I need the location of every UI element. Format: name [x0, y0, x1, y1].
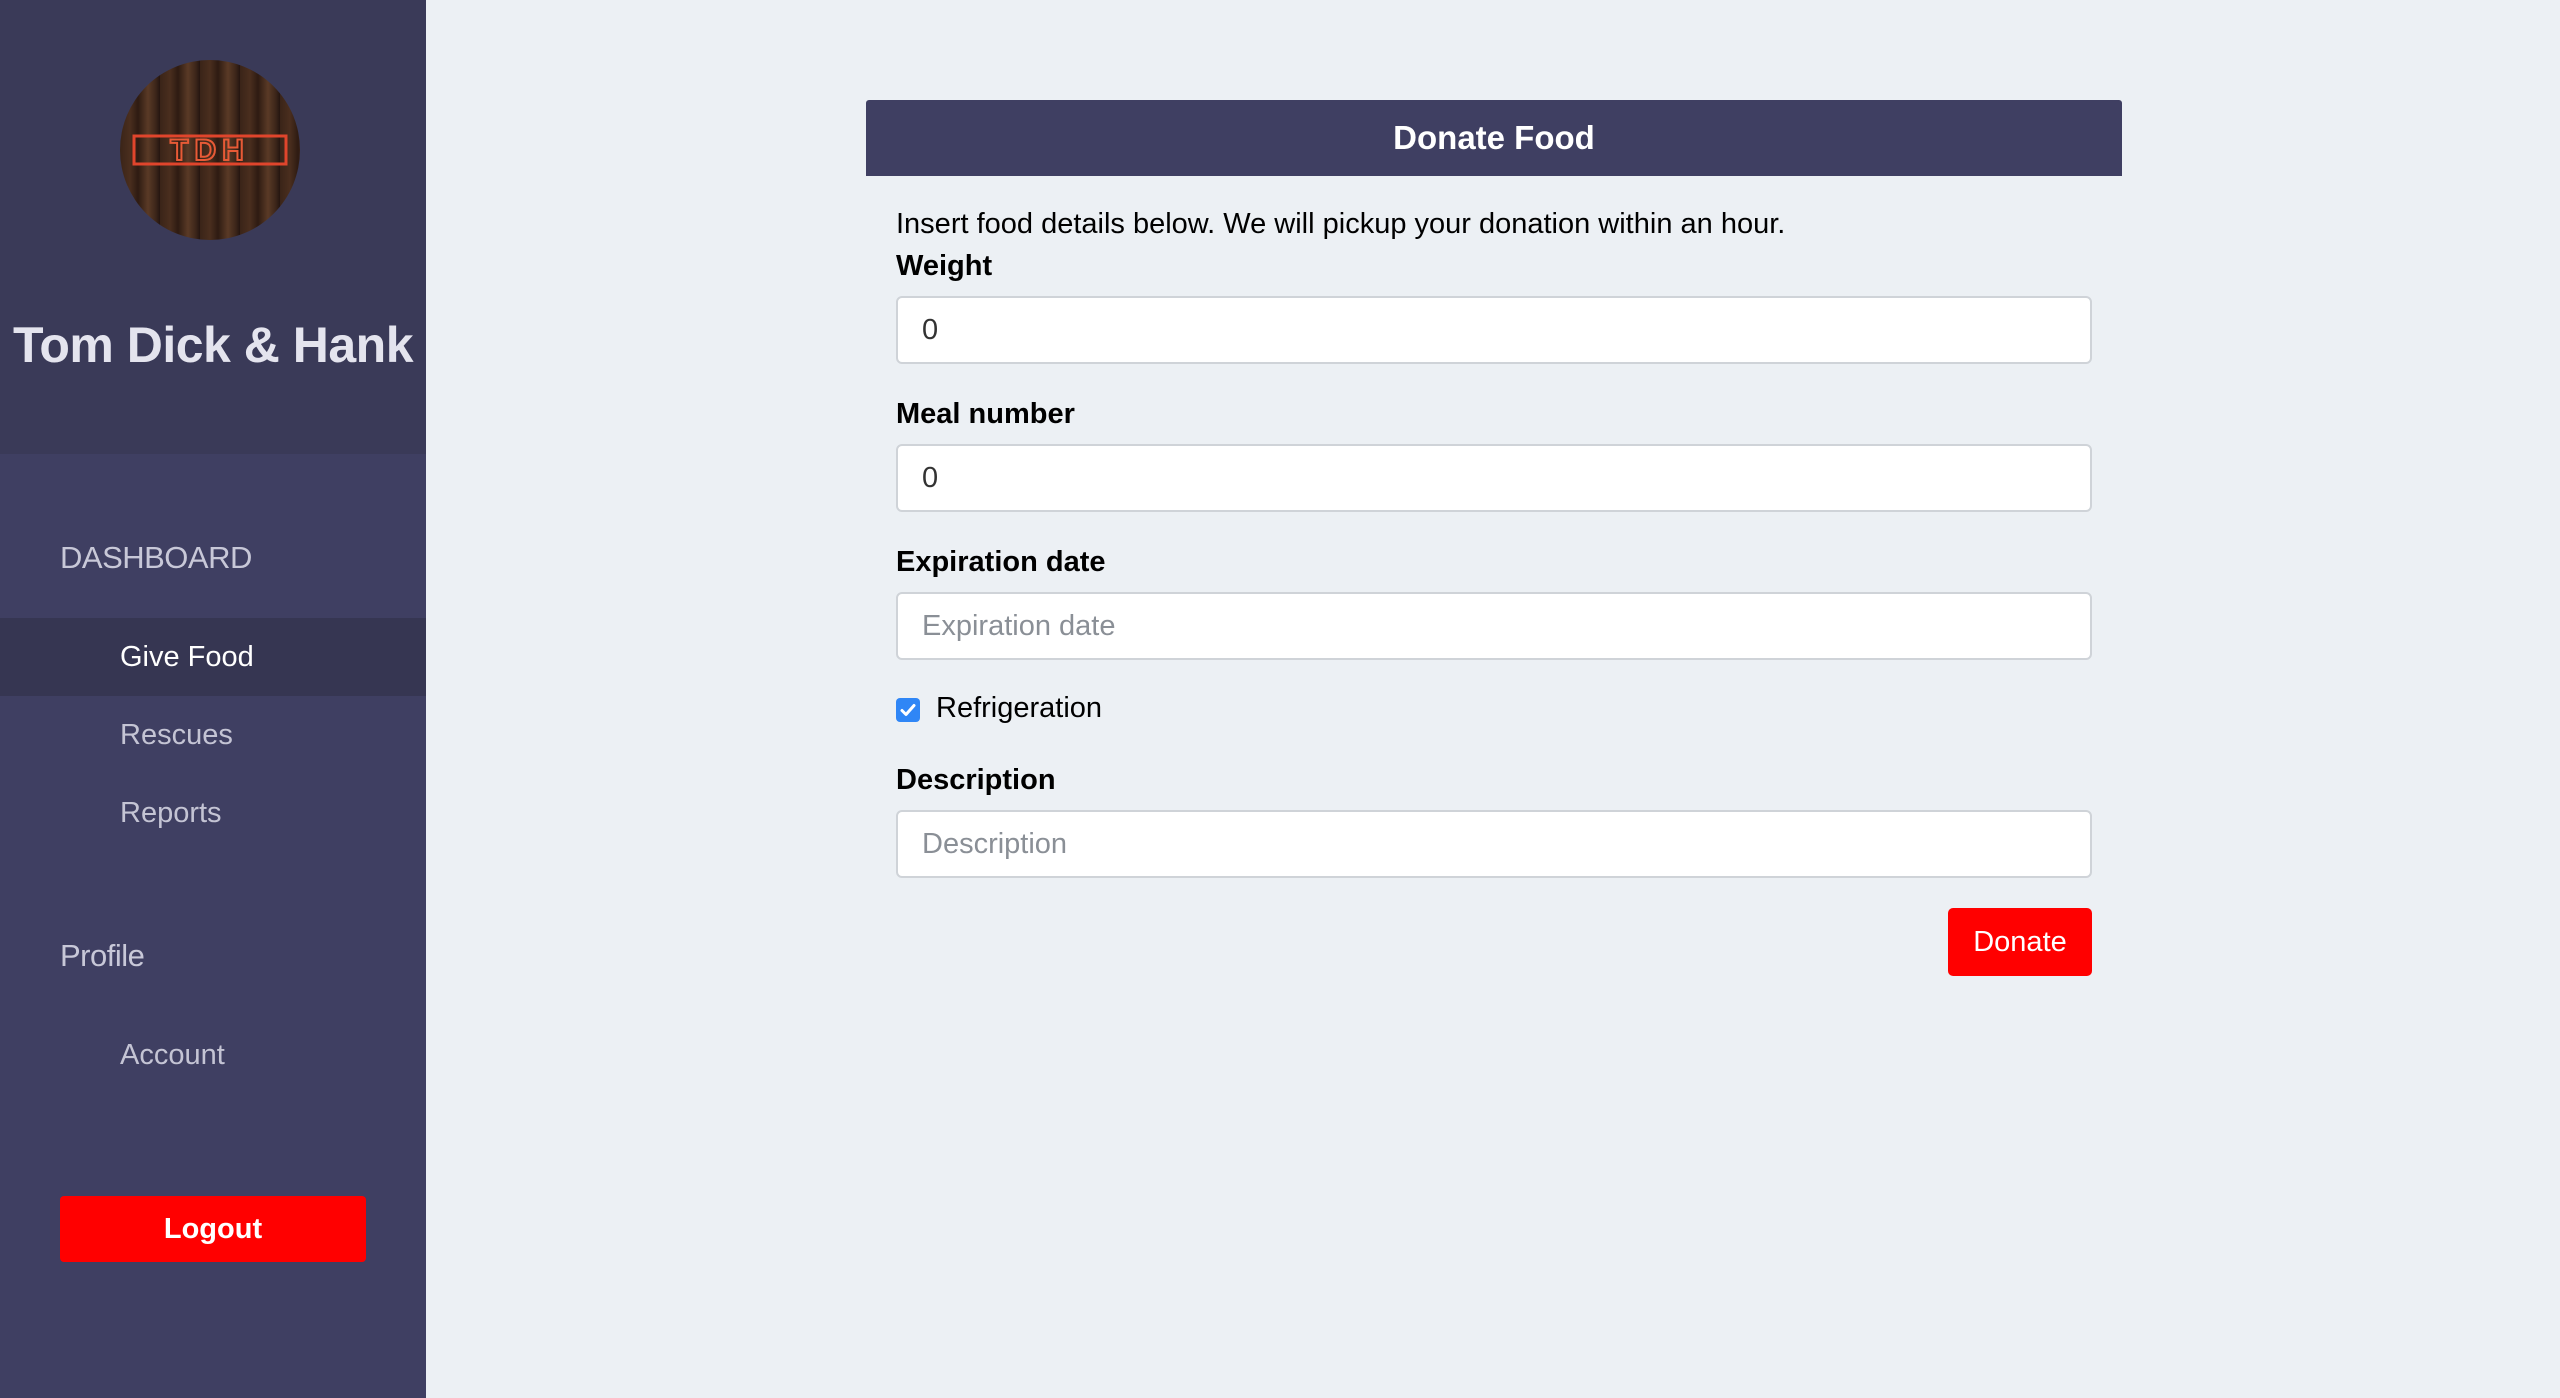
sidebar-item-give-food[interactable]: Give Food [0, 618, 426, 696]
sidebar-item-rescues[interactable]: Rescues [0, 696, 426, 774]
checkmark-icon [900, 704, 916, 716]
refrigeration-label[interactable]: Refrigeration [936, 692, 1102, 725]
sidebar-item-account[interactable]: Account [0, 1016, 426, 1094]
description-input[interactable] [896, 810, 2092, 878]
donate-food-header: Donate Food [866, 100, 2122, 176]
brand-logo: TDH [120, 60, 300, 240]
form-intro-text: Insert food details below. We will picku… [896, 208, 1786, 240]
refrigeration-checkbox[interactable] [896, 698, 920, 722]
meal-number-label: Meal number [896, 398, 1075, 430]
logout-button[interactable]: Logout [60, 1196, 366, 1262]
weight-input[interactable] [896, 296, 2092, 364]
dashboard-section-title: DASHBOARD [60, 540, 252, 575]
weight-label: Weight [896, 250, 993, 282]
logo-emblem-icon: TDH [132, 133, 288, 168]
donate-button[interactable]: Donate [1948, 908, 2092, 976]
brand-name: Tom Dick & Hank [13, 317, 414, 373]
expiration-date-label: Expiration date [896, 546, 1106, 578]
profile-section-title: Profile [60, 938, 145, 973]
expiration-date-input[interactable] [896, 592, 2092, 660]
logo-text: TDH [170, 134, 250, 167]
meal-number-input[interactable] [896, 444, 2092, 512]
description-label: Description [896, 764, 1056, 796]
sidebar: TDH Tom Dick & Hank DASHBOARD Give Food … [0, 0, 426, 1398]
sidebar-brand-area: TDH Tom Dick & Hank [0, 0, 426, 454]
sidebar-item-reports[interactable]: Reports [0, 774, 426, 852]
